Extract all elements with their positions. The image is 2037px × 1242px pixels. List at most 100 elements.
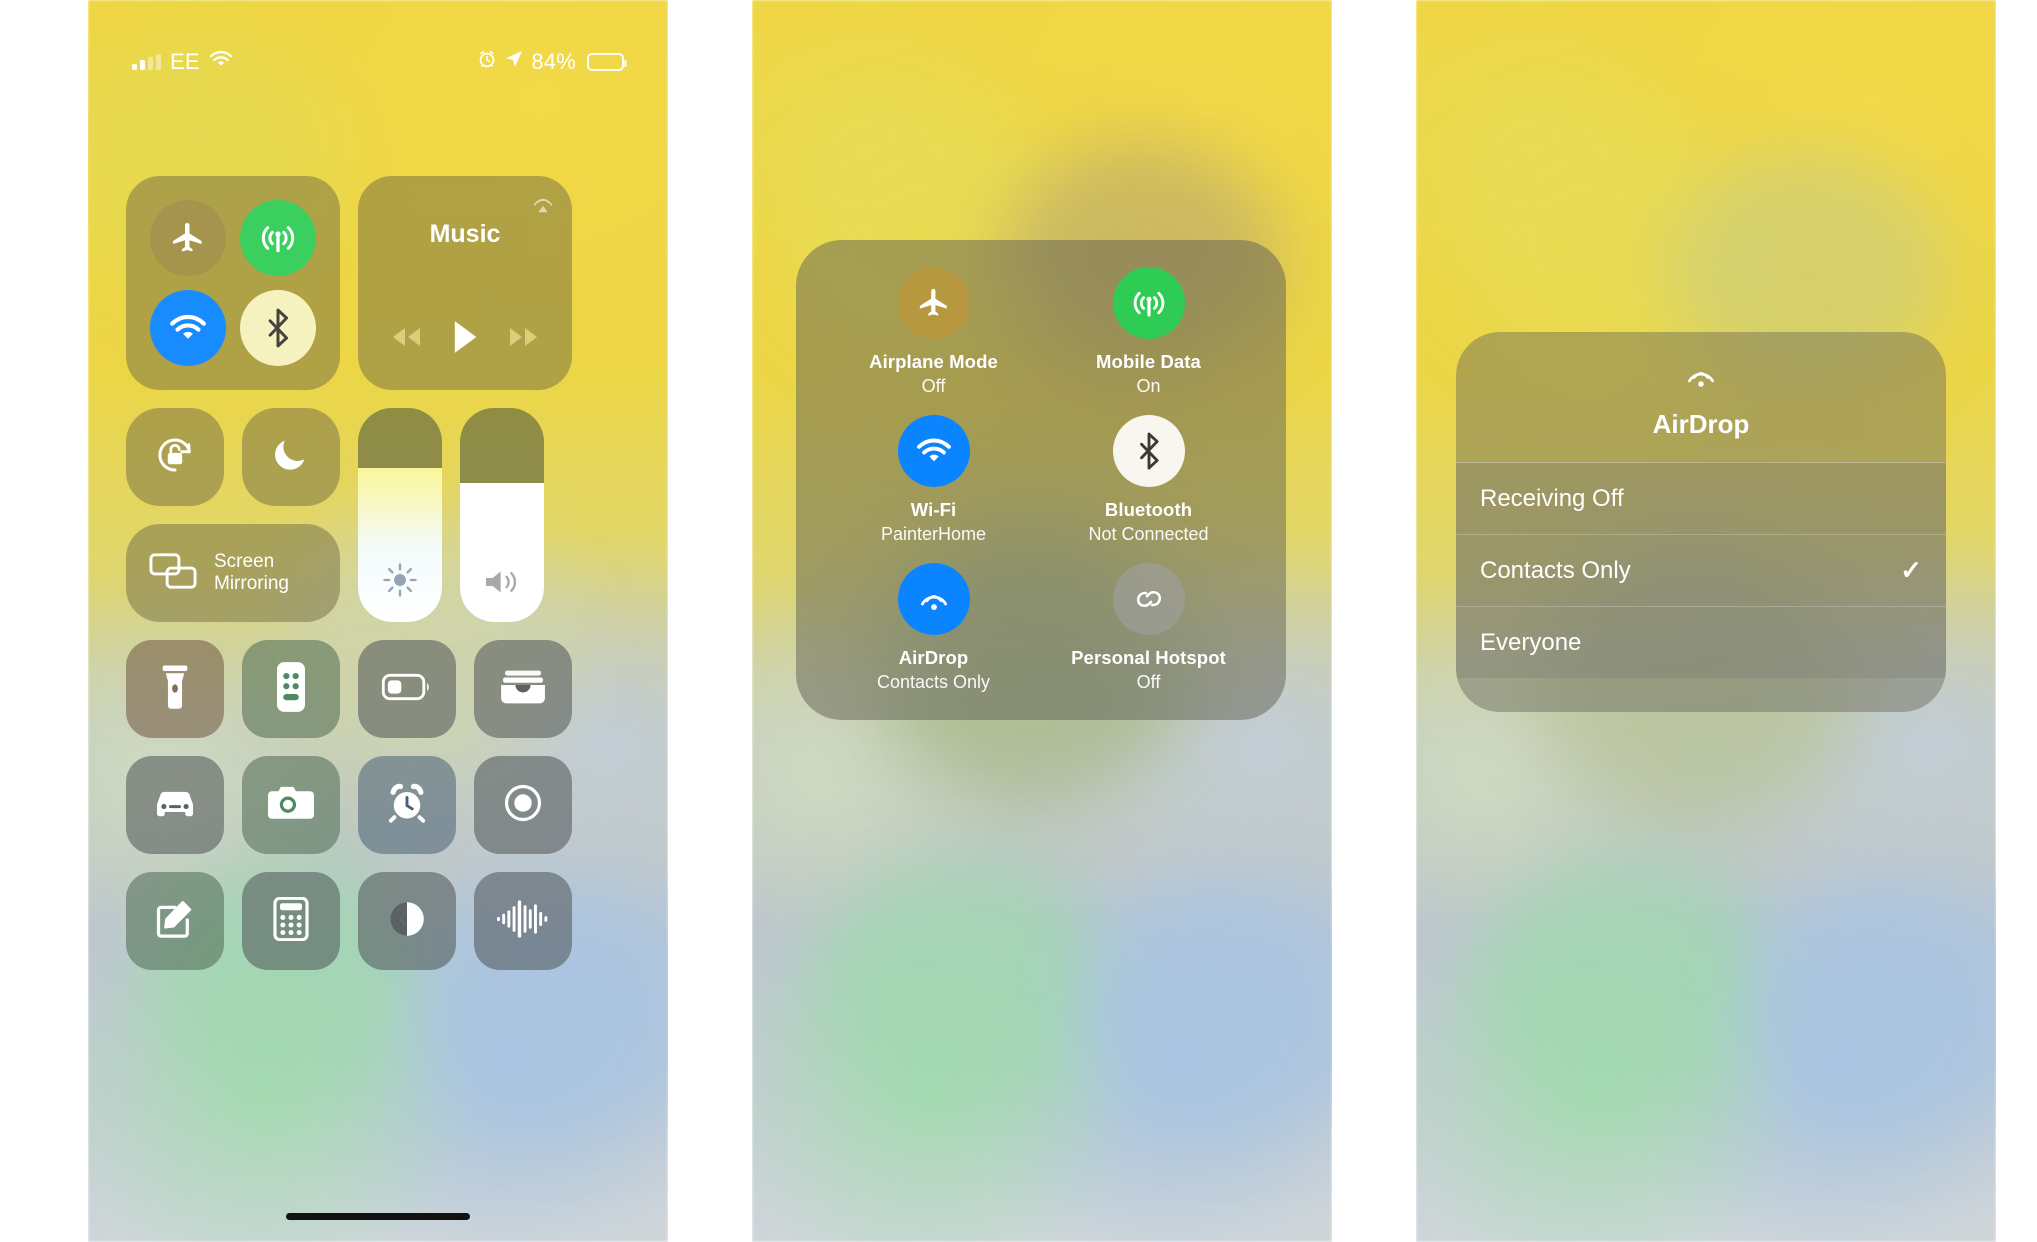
remote-icon bbox=[277, 661, 305, 717]
volume-slider[interactable] bbox=[460, 408, 544, 622]
battery-icon bbox=[381, 672, 433, 707]
rotation-lock-toggle[interactable] bbox=[126, 408, 224, 506]
wifi-icon bbox=[209, 50, 233, 74]
screen-mirroring-button[interactable]: Screen Mirroring bbox=[126, 524, 340, 622]
alarm-clock-icon bbox=[477, 49, 497, 75]
screenshot-root: EE 84% Music Screen Mirroring Airplane M… bbox=[0, 0, 2037, 1242]
screen-mirroring-icon bbox=[148, 551, 198, 596]
location-arrow-icon bbox=[504, 49, 524, 75]
music-module[interactable]: Music bbox=[358, 176, 572, 390]
airplane-mode-cell[interactable]: Airplane Mode Off bbox=[826, 258, 1041, 406]
phone-panel-control-center: EE 84% Music Screen Mirroring bbox=[88, 0, 668, 1242]
calculator-button[interactable] bbox=[242, 872, 340, 970]
screen-mirroring-line2: Mirroring bbox=[214, 573, 289, 594]
airdrop-mode: Contacts Only bbox=[876, 672, 991, 692]
connectivity-module[interactable] bbox=[126, 176, 340, 390]
airdrop-option-contacts-only[interactable]: Contacts Only ✓ bbox=[1456, 534, 1946, 606]
wallet-button[interactable] bbox=[474, 640, 572, 738]
airdrop-menu-title: AirDrop bbox=[1652, 409, 1750, 439]
airdrop-option-label: Contacts Only bbox=[1480, 556, 1631, 584]
do-not-disturb-toggle[interactable] bbox=[242, 408, 340, 506]
record-icon bbox=[502, 782, 544, 829]
bluetooth-toggle[interactable] bbox=[240, 290, 316, 366]
screen-recording-button[interactable] bbox=[474, 756, 572, 854]
app-shortcut-row bbox=[126, 756, 630, 854]
wifi-network-name: PainterHome bbox=[880, 524, 987, 544]
app-shortcut-row bbox=[126, 640, 630, 738]
bluetooth-cell[interactable]: Bluetooth Not Connected bbox=[1041, 406, 1256, 554]
flashlight-icon bbox=[157, 664, 193, 715]
wifi-title: Wi-Fi bbox=[910, 499, 957, 520]
dark-mode-button[interactable] bbox=[358, 872, 456, 970]
flashlight-button[interactable] bbox=[126, 640, 224, 738]
phone-panel-connectivity-expanded: Airplane Mode Off Mobile Data On Wi-Fi P… bbox=[752, 0, 1332, 1242]
volume-icon bbox=[460, 566, 544, 598]
screen-mirroring-line1: Screen bbox=[214, 550, 275, 572]
personal-hotspot-cell[interactable]: Personal Hotspot Off bbox=[1041, 554, 1256, 702]
airplane-icon[interactable] bbox=[897, 267, 970, 339]
music-title: Music bbox=[429, 220, 501, 248]
contrast-circle-icon bbox=[386, 898, 428, 945]
battery-icon bbox=[587, 53, 627, 71]
bluetooth-title: Bluetooth bbox=[1104, 499, 1193, 520]
wallpaper-blob bbox=[812, 860, 1112, 1110]
cellular-antenna-icon[interactable] bbox=[1112, 267, 1185, 339]
alarm-clock-icon bbox=[386, 782, 428, 829]
checkmark-icon: ✓ bbox=[1900, 555, 1922, 585]
airdrop-menu-header: AirDrop bbox=[1456, 332, 1946, 462]
calculator-icon bbox=[273, 896, 309, 946]
rewind-button[interactable] bbox=[389, 325, 423, 349]
moon-icon bbox=[271, 435, 311, 480]
camera-icon bbox=[268, 785, 314, 826]
wallet-icon bbox=[501, 669, 545, 710]
control-center-grid: Music Screen Mirroring bbox=[126, 176, 630, 988]
airdrop-icon bbox=[1683, 358, 1719, 399]
airdrop-cell[interactable]: AirDrop Contacts Only bbox=[826, 554, 1041, 702]
low-power-mode-button[interactable] bbox=[358, 640, 456, 738]
airdrop-option-label: Everyone bbox=[1480, 628, 1582, 656]
connectivity-expanded-module: Airplane Mode Off Mobile Data On Wi-Fi P… bbox=[796, 240, 1286, 720]
notes-button[interactable] bbox=[126, 872, 224, 970]
mobile-data-title: Mobile Data bbox=[1096, 351, 1201, 372]
airplay-audio-icon[interactable] bbox=[530, 190, 556, 221]
app-shortcut-row bbox=[126, 872, 630, 970]
airplane-mode-title: Airplane Mode bbox=[869, 351, 998, 372]
bluetooth-icon[interactable] bbox=[1112, 415, 1185, 487]
voice-memos-button[interactable] bbox=[474, 872, 572, 970]
airdrop-option-receiving-off[interactable]: Receiving Off bbox=[1456, 462, 1946, 534]
personal-hotspot-title: Personal Hotspot bbox=[1071, 647, 1226, 668]
alarm-button[interactable] bbox=[358, 756, 456, 854]
battery-percent: 84% bbox=[531, 49, 576, 74]
brightness-icon bbox=[358, 562, 442, 598]
airdrop-menu-footer bbox=[1456, 678, 1946, 712]
mobile-data-subtitle: On bbox=[1136, 376, 1161, 396]
music-transport bbox=[358, 320, 572, 354]
waveform-icon bbox=[497, 899, 549, 944]
apple-tv-remote-button[interactable] bbox=[242, 640, 340, 738]
airdrop-icon[interactable] bbox=[897, 563, 970, 635]
airdrop-option-label: Receiving Off bbox=[1480, 484, 1624, 512]
rotation-lock-icon bbox=[151, 431, 199, 484]
camera-button[interactable] bbox=[242, 756, 340, 854]
airdrop-options-list: Receiving Off Contacts Only ✓ Everyone bbox=[1456, 462, 1946, 678]
car-mode-button[interactable] bbox=[126, 756, 224, 854]
carrier-name: EE bbox=[170, 49, 200, 74]
phone-panel-airdrop-menu: AirDrop Receiving Off Contacts Only ✓ Ev… bbox=[1416, 0, 1996, 1242]
car-icon bbox=[151, 786, 199, 825]
play-button[interactable] bbox=[450, 320, 480, 354]
hotspot-link-icon[interactable] bbox=[1112, 563, 1185, 635]
personal-hotspot-status: Off bbox=[1136, 672, 1161, 692]
fast-forward-button[interactable] bbox=[507, 325, 541, 349]
airplane-mode-toggle[interactable] bbox=[150, 200, 226, 276]
home-indicator[interactable] bbox=[286, 1213, 470, 1220]
mobile-data-cell[interactable]: Mobile Data On bbox=[1041, 258, 1256, 406]
wifi-cell[interactable]: Wi-Fi PainterHome bbox=[826, 406, 1041, 554]
cellular-bars-icon bbox=[132, 54, 161, 70]
wifi-icon[interactable] bbox=[897, 415, 970, 487]
notes-pencil-icon bbox=[154, 898, 196, 945]
brightness-slider[interactable] bbox=[358, 408, 442, 622]
airdrop-title: AirDrop bbox=[898, 647, 969, 668]
mobile-data-toggle[interactable] bbox=[240, 200, 316, 276]
wifi-toggle[interactable] bbox=[150, 290, 226, 366]
airdrop-option-everyone[interactable]: Everyone bbox=[1456, 606, 1946, 678]
